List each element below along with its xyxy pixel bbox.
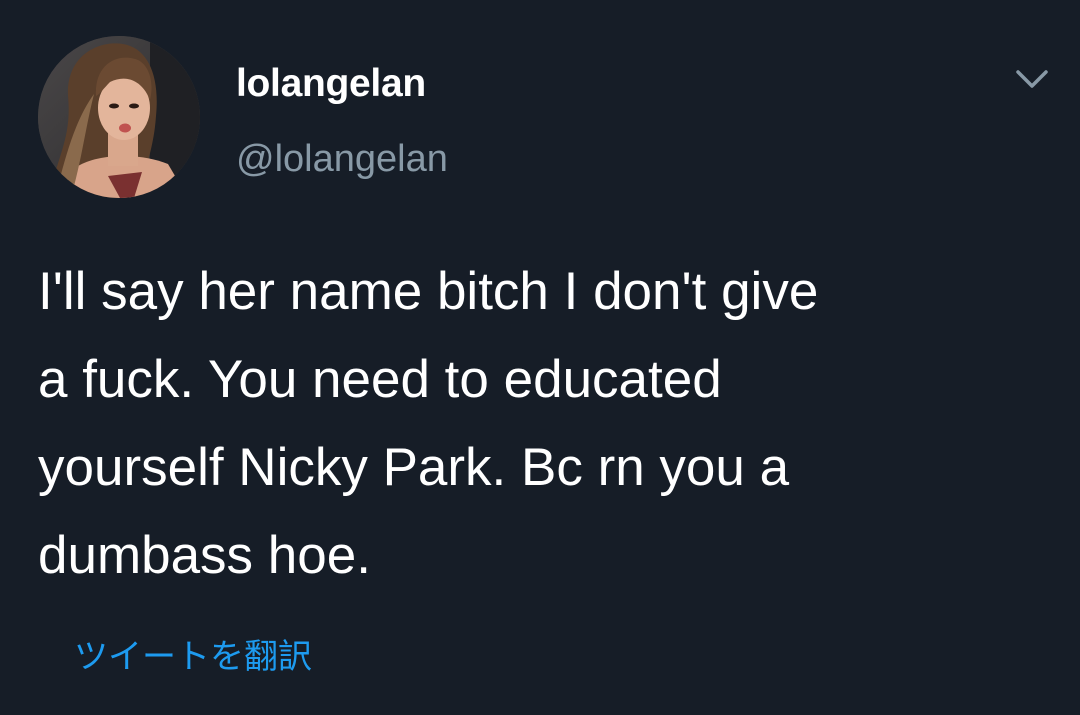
- tweet-text: I'll say her name bitch I don't give a f…: [38, 262, 819, 585]
- avatar[interactable]: [38, 36, 200, 198]
- author-display-name[interactable]: lolangelan: [236, 60, 426, 108]
- tweet-card: lolangelan @lolangelan I'll say her name…: [0, 0, 1080, 715]
- translate-tweet-link[interactable]: ツイートを翻訳: [74, 632, 312, 682]
- tweet-menu-button[interactable]: [1010, 62, 1054, 98]
- chevron-down-icon: [1016, 70, 1048, 88]
- profile-photo-image: [38, 36, 200, 198]
- author-handle[interactable]: @lolangelan: [236, 136, 448, 182]
